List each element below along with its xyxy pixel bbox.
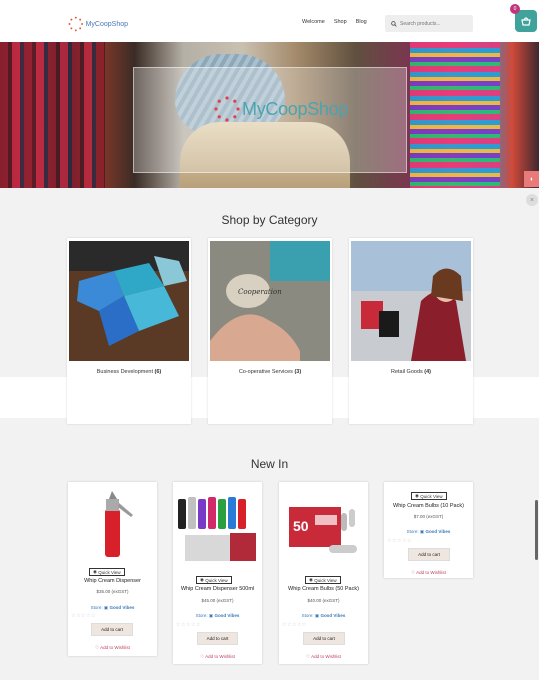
logo-dots-icon	[68, 16, 84, 32]
hero-logo-text: MyCoopShop	[242, 98, 349, 119]
nav-blog[interactable]: Blog	[356, 19, 367, 25]
cart-icon	[521, 17, 531, 26]
svg-text:50: 50	[293, 518, 309, 534]
product-card[interactable]: 50 ◉ Quick View Whip Cream Bulbs (50 Pac…	[279, 482, 368, 664]
product-price: $45.00 (exGST)	[201, 598, 234, 603]
product-image	[175, 485, 259, 561]
store-logo-icon: ▣	[419, 529, 425, 534]
product-price: $7.00 (exGST)	[413, 514, 444, 519]
add-to-cart-button[interactable]: Add to cart	[303, 632, 345, 645]
category-section-title: Shop by Category	[221, 213, 318, 227]
hero-logo: MyCoopShop	[214, 96, 348, 122]
logo-text: MyCoopShop	[85, 20, 128, 28]
hero-textiles-right	[410, 42, 500, 188]
add-to-wishlist-link[interactable]: ♡ Add to Wishlist	[384, 570, 473, 576]
quick-view-button[interactable]: ◉ Quick View	[411, 492, 447, 500]
search-box	[385, 15, 473, 32]
category-card-business[interactable]: Business Development (6)	[67, 238, 191, 424]
product-image: 50	[281, 485, 365, 561]
star-rating: ☆☆☆☆☆	[387, 538, 412, 544]
add-to-wishlist-link[interactable]: ♡ Add to Wishlist	[279, 654, 368, 660]
category-card-coop[interactable]: Cooperation Co-operative Services (3)	[208, 238, 332, 424]
category-image	[351, 241, 471, 361]
cart-count-badge: 0	[510, 4, 520, 14]
category-image: Cooperation	[210, 241, 330, 361]
svg-text:Cooperation: Cooperation	[238, 288, 282, 296]
nav-shop[interactable]: Shop	[334, 19, 347, 25]
product-price: $35.00 (exGST)	[96, 589, 129, 594]
product-store[interactable]: Store: ▣ Good Vibes	[279, 613, 368, 619]
store-logo-icon: ▣	[314, 613, 320, 618]
quick-view-button[interactable]: ◉ Quick View	[196, 576, 232, 584]
product-name[interactable]: Whip Cream Bulbs (50 Pack)	[279, 586, 368, 592]
new-in-title: New In	[250, 457, 289, 471]
cart-button[interactable]: 0	[510, 4, 537, 32]
product-name[interactable]: Whip Cream Dispenser 500ml	[173, 586, 262, 592]
product-store[interactable]: Store: ▣ Good Vibes	[68, 605, 157, 611]
add-to-wishlist-link[interactable]: ♡ Add to Wishlist	[173, 654, 262, 660]
product-name[interactable]: Whip Cream Bulbs (10 Pack)	[384, 503, 473, 509]
category-label: Business Development (6)	[96, 369, 162, 375]
product-price: $40.00 (exGST)	[307, 598, 340, 603]
star-rating: ☆☆☆☆☆	[176, 622, 201, 628]
main-nav: Welcome Shop Blog	[302, 19, 367, 25]
add-to-cart-button[interactable]: Add to cart	[197, 632, 238, 645]
hero-textiles-left	[0, 42, 105, 188]
quick-view-button[interactable]: ◉ Quick View	[89, 568, 125, 576]
search-input[interactable]	[400, 20, 470, 27]
store-logo-icon: ▣	[103, 605, 109, 610]
nav-welcome[interactable]: Welcome	[302, 19, 325, 25]
quick-view-button[interactable]: ◉ Quick View	[305, 576, 341, 584]
category-card-retail[interactable]: Retail Goods (4)	[349, 238, 473, 424]
search-icon	[391, 20, 397, 27]
scrollbar-thumb[interactable]	[535, 500, 538, 560]
product-store[interactable]: Store: ▣ Good Vibes	[173, 613, 262, 619]
site-header: MyCoopShop Welcome Shop Blog 0	[0, 0, 539, 42]
category-label: Co-operative Services (3)	[238, 369, 302, 375]
star-rating: ☆☆☆☆☆	[71, 613, 96, 619]
add-to-cart-button[interactable]: Add to cart	[91, 623, 133, 636]
side-tab[interactable]: ▮	[524, 171, 539, 187]
product-name[interactable]: Whip Cream Dispenser	[68, 578, 157, 584]
product-card[interactable]: ◉ Quick View Whip Cream Bulbs (10 Pack) …	[384, 482, 473, 578]
product-card[interactable]: ◉ Quick View Whip Cream Dispenser 500ml …	[173, 482, 262, 664]
category-label: Retail Goods (4)	[390, 369, 432, 375]
product-image	[73, 485, 152, 561]
add-to-cart-button[interactable]: Add to cart	[408, 548, 450, 561]
logo-dots-icon	[214, 96, 240, 122]
site-logo[interactable]: MyCoopShop	[68, 13, 128, 35]
category-image	[69, 241, 189, 361]
add-to-wishlist-link[interactable]: ♡ Add to Wishlist	[68, 645, 157, 651]
product-card[interactable]: ◉ Quick View Whip Cream Dispenser $35.00…	[68, 482, 157, 656]
product-store[interactable]: Store: ▣ Good Vibes	[384, 529, 473, 535]
store-logo-icon: ▣	[208, 613, 214, 618]
scroll-top-button[interactable]: ×	[526, 194, 538, 206]
star-rating: ☆☆☆☆☆	[282, 622, 307, 628]
